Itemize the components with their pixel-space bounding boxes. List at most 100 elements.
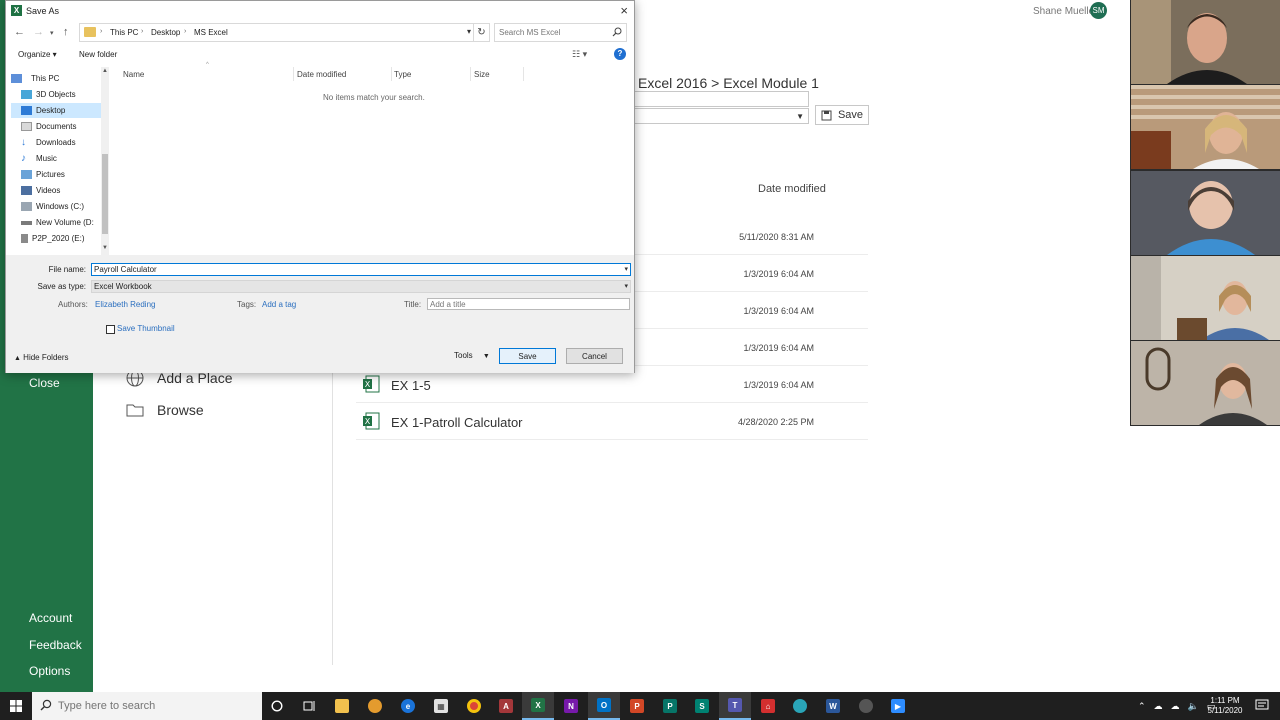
sway-icon[interactable]: S [686,692,718,720]
file-row[interactable]: X EX 1-Patroll Calculator 4/28/2020 2:25 … [356,403,868,440]
breadcrumb-desktop[interactable]: Desktop [151,28,180,37]
column-separator[interactable] [470,67,471,81]
backstage-filename-input[interactable] [634,91,809,107]
browser-app-icon[interactable] [784,692,816,720]
search-box[interactable] [494,23,627,42]
file-name-input[interactable] [94,264,614,275]
video-participant-5[interactable] [1131,341,1280,425]
chrome-icon[interactable] [458,692,490,720]
tags-input[interactable]: Add a tag [262,300,296,309]
nav-item-windows-c[interactable]: Windows (C:) [11,199,103,214]
chevron-down-icon[interactable]: ▾ [467,27,471,36]
publisher-icon[interactable]: P [654,692,686,720]
word-icon[interactable]: W [817,692,849,720]
chevron-up-icon[interactable]: ⌃ [1138,701,1146,712]
authors-value[interactable]: Elizabeth Reding [95,300,155,309]
chevron-up-icon[interactable]: ▲ [102,68,108,74]
edge-browser-icon[interactable]: e [392,692,424,720]
save-type-select[interactable]: Excel Workbook ▾ [91,280,631,293]
scrollbar-thumb[interactable] [102,154,108,234]
task-view-icon[interactable] [293,692,325,720]
column-type[interactable]: Type [394,70,411,79]
video-participant-4[interactable] [1131,256,1280,340]
video-participant-1[interactable] [1131,0,1280,84]
backstage-filetype-select[interactable]: ▼ [634,108,809,124]
refresh-icon[interactable]: ↻ [474,23,490,42]
people-app-icon[interactable] [359,692,391,720]
recorder-icon[interactable] [850,692,882,720]
windows-start-icon[interactable] [0,692,32,720]
volume-icon[interactable]: 🔈 [1188,701,1199,712]
teams-icon[interactable]: T [719,692,751,720]
title-input[interactable] [430,299,620,309]
cancel-button[interactable]: Cancel [566,348,623,364]
powerpoint-icon[interactable]: P [621,692,653,720]
video-participant-2[interactable] [1131,85,1280,169]
video-participant-3[interactable] [1131,171,1280,255]
back-arrow-icon[interactable]: ← [14,26,25,38]
nav-item-downloads[interactable]: ↓ Downloads [11,135,103,150]
sidebar-feedback[interactable]: Feedback [29,638,82,652]
sidebar-close[interactable]: Close [29,376,60,390]
file-explorer-icon[interactable] [326,692,358,720]
file-name-field[interactable]: ▾ [91,263,631,276]
column-separator[interactable] [391,67,392,81]
nav-item-this-pc[interactable]: This PC [11,71,103,86]
sidebar-options[interactable]: Options [29,664,70,678]
backstage-save-button[interactable]: Save [815,105,869,125]
cortana-icon[interactable] [261,692,293,720]
user-name[interactable]: Shane Mueller [1033,6,1097,17]
save-button[interactable]: Save [499,348,556,364]
up-arrow-icon[interactable]: ↑ [63,26,69,38]
dialog-titlebar[interactable]: X Save As × [6,1,634,22]
clock[interactable]: 1:11 PM 5/11/2020 [1202,696,1248,716]
nav-item-pictures[interactable]: Pictures [11,167,103,182]
nav-scrollbar[interactable]: ▲ ▼ [101,67,109,255]
column-date-modified[interactable]: Date modified [297,70,346,79]
chevron-down-icon[interactable]: ▼ [102,245,108,251]
nav-item-p2p-e[interactable]: P2P_2020 (E:) [11,231,103,246]
hide-folders-button[interactable]: ▲ Hide Folders [14,353,69,362]
save-thumbnail-label[interactable]: Save Thumbnail [117,324,175,333]
recent-locations-chevron-icon[interactable]: ▾ [50,29,54,37]
access-icon[interactable]: A [490,692,522,720]
nav-item-videos[interactable]: Videos [11,183,103,198]
excel-taskbar-icon[interactable]: X [522,692,554,720]
zoom-icon[interactable]: ▶ [882,692,914,720]
nav-item-desktop[interactable]: Desktop [11,103,103,118]
breadcrumb-ms-excel[interactable]: MS Excel [194,28,228,37]
column-separator[interactable] [523,67,524,81]
breadcrumb-this-pc[interactable]: This PC [110,28,138,37]
forward-arrow-icon[interactable]: → [33,26,44,38]
store-icon[interactable]: ▦ [425,692,457,720]
column-separator[interactable] [293,67,294,81]
nav-item-new-volume-d[interactable]: New Volume (D: [11,215,103,230]
save-thumbnail-checkbox[interactable] [106,325,115,334]
nav-item-music[interactable]: ♪ Music [11,151,103,166]
outlook-icon[interactable]: O [588,692,620,720]
nav-item-documents[interactable]: Documents [11,119,103,134]
title-field[interactable] [427,298,630,310]
column-name[interactable]: Name [123,70,144,79]
view-options-icon[interactable]: ☷ ▾ [572,49,587,60]
taskbar-search[interactable] [32,692,262,720]
browse-place[interactable]: Browse [125,400,204,420]
taskbar-search-input[interactable] [58,699,253,713]
onenote-icon[interactable]: N [555,692,587,720]
avatar[interactable]: SM [1090,2,1107,19]
acrobat-icon[interactable]: ⌂ [752,692,784,720]
cloud-icon[interactable]: ☁ [1154,701,1163,712]
search-input[interactable] [499,26,609,39]
address-bar[interactable]: › This PC › Desktop › MS Excel ▾ [79,23,474,42]
tools-button[interactable]: Tools ▼ [454,351,490,360]
cloud-sync-icon[interactable]: ☁ [1171,701,1180,712]
nav-item-3d-objects[interactable]: 3D Objects [11,87,103,102]
new-folder-button[interactable]: New folder [79,50,117,59]
help-icon[interactable]: ? [614,48,626,60]
organize-button[interactable]: Organize ▾ [18,50,57,59]
chevron-down-icon[interactable]: ▾ [624,265,628,273]
column-size[interactable]: Size [474,70,490,79]
sidebar-account[interactable]: Account [29,611,72,625]
close-icon[interactable]: × [620,3,628,18]
notification-icon[interactable] [1255,699,1269,712]
